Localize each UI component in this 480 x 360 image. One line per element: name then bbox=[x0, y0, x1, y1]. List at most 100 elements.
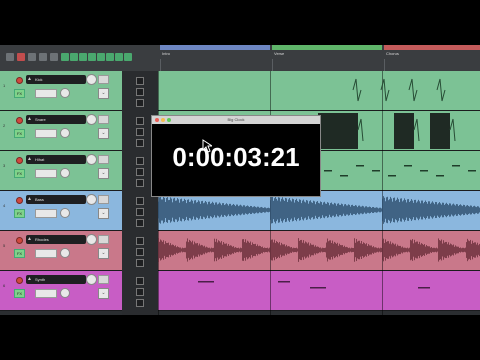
fx-button[interactable]: FX bbox=[14, 289, 25, 298]
track-header[interactable]: 5 ▲ Rhodes FX ⌄ bbox=[0, 231, 122, 271]
track-option-square[interactable] bbox=[136, 259, 144, 267]
io-button[interactable] bbox=[98, 75, 109, 84]
pan-knob[interactable] bbox=[60, 128, 70, 138]
rhodes-waveform bbox=[322, 247, 323, 253]
record-arm-button[interactable] bbox=[16, 197, 23, 204]
track-option-square[interactable] bbox=[136, 168, 144, 176]
toolbar-button[interactable] bbox=[70, 53, 78, 61]
volume-knob[interactable] bbox=[86, 114, 97, 125]
toolbar-button[interactable] bbox=[6, 53, 14, 61]
track-option-square[interactable] bbox=[136, 99, 144, 107]
toolbar-button[interactable] bbox=[39, 53, 47, 61]
toolbar-button[interactable] bbox=[115, 53, 123, 61]
fx-button[interactable]: FX bbox=[14, 209, 25, 218]
pan-knob[interactable] bbox=[60, 168, 70, 178]
track-option-square[interactable] bbox=[136, 77, 144, 85]
io-button[interactable] bbox=[98, 195, 109, 204]
bass-waveform bbox=[215, 202, 216, 218]
record-arm-button[interactable] bbox=[16, 77, 23, 84]
volume-knob[interactable] bbox=[86, 74, 97, 85]
track-option-square[interactable] bbox=[136, 277, 144, 285]
pan-knob[interactable] bbox=[60, 288, 70, 298]
record-arm-button[interactable] bbox=[16, 117, 23, 124]
rhodes-waveform bbox=[334, 241, 335, 259]
io-button[interactable] bbox=[98, 275, 109, 284]
track-header[interactable]: 4 ▲ Bass FX ⌄ bbox=[0, 191, 122, 231]
record-arm-button[interactable] bbox=[16, 237, 23, 244]
track-option-square[interactable] bbox=[136, 248, 144, 256]
track-header[interactable]: 1 ▲ Kick FX ⌄ bbox=[0, 71, 122, 111]
envelope-icon[interactable]: ⌄ bbox=[98, 288, 109, 299]
fx-button[interactable]: FX bbox=[14, 249, 25, 258]
toolbar-button[interactable] bbox=[97, 53, 105, 61]
toolbar-button[interactable] bbox=[124, 53, 132, 61]
pan-knob[interactable] bbox=[60, 248, 70, 258]
pan-knob[interactable] bbox=[60, 88, 70, 98]
pan-knob[interactable] bbox=[60, 208, 70, 218]
bass-waveform bbox=[359, 205, 360, 215]
region-bar-intro[interactable] bbox=[160, 45, 270, 50]
envelope-icon[interactable]: ⌄ bbox=[98, 88, 109, 99]
fx-button[interactable]: FX bbox=[14, 129, 25, 138]
rhodes-waveform bbox=[309, 245, 310, 255]
track-option-square[interactable] bbox=[136, 88, 144, 96]
rhodes-waveform bbox=[392, 242, 393, 258]
big-clock-window[interactable]: Big Clock 0:00:03:21 bbox=[151, 115, 321, 197]
bass-waveform bbox=[191, 199, 192, 221]
region-bar-verse[interactable] bbox=[272, 45, 382, 50]
volume-knob[interactable] bbox=[86, 154, 97, 165]
big-clock-titlebar[interactable]: Big Clock bbox=[152, 116, 320, 124]
record-button[interactable] bbox=[17, 53, 25, 61]
rhodes-waveform bbox=[166, 242, 167, 258]
track-option-square[interactable] bbox=[136, 139, 144, 147]
rhodes-waveform bbox=[477, 242, 478, 258]
fx-button[interactable]: FX bbox=[14, 89, 25, 98]
rhodes-waveform bbox=[267, 247, 268, 253]
track-option-square[interactable] bbox=[136, 237, 144, 245]
envelope-icon[interactable]: ⌄ bbox=[98, 168, 109, 179]
rhodes-waveform bbox=[261, 247, 262, 253]
fx-button[interactable]: FX bbox=[14, 169, 25, 178]
toolbar-button[interactable] bbox=[79, 53, 87, 61]
track-option-square[interactable] bbox=[136, 179, 144, 187]
volume-knob[interactable] bbox=[86, 234, 97, 245]
rhodes-waveform bbox=[416, 241, 417, 259]
volume-knob[interactable] bbox=[86, 194, 97, 205]
meter-button[interactable] bbox=[35, 129, 57, 138]
track-header[interactable]: 3 ▲ Hihat FX ⌄ bbox=[0, 151, 122, 191]
track-option-square[interactable] bbox=[136, 219, 144, 227]
io-button[interactable] bbox=[98, 235, 109, 244]
envelope-icon[interactable]: ⌄ bbox=[98, 248, 109, 259]
io-button[interactable] bbox=[98, 155, 109, 164]
record-arm-button[interactable] bbox=[16, 157, 23, 164]
track-option-square[interactable] bbox=[136, 128, 144, 136]
track-option-square[interactable] bbox=[136, 157, 144, 165]
meter-button[interactable] bbox=[35, 89, 57, 98]
track-option-square[interactable] bbox=[136, 197, 144, 205]
meter-button[interactable] bbox=[35, 209, 57, 218]
toolbar-button[interactable] bbox=[88, 53, 96, 61]
rhodes-waveform bbox=[302, 242, 303, 258]
meter-button[interactable] bbox=[35, 249, 57, 258]
timeline-ruler[interactable]: Intro Verse Chorus bbox=[158, 45, 480, 71]
io-button[interactable] bbox=[98, 115, 109, 124]
track-option-square[interactable] bbox=[136, 117, 144, 125]
bass-waveform bbox=[282, 197, 283, 223]
bass-waveform bbox=[339, 204, 340, 216]
region-bar-chorus[interactable] bbox=[384, 45, 480, 50]
toolbar-button[interactable] bbox=[106, 53, 114, 61]
track-option-square[interactable] bbox=[136, 299, 144, 307]
meter-button[interactable] bbox=[35, 289, 57, 298]
track-header[interactable]: 2 ▲ Snare FX ⌄ bbox=[0, 111, 122, 151]
toolbar-button[interactable] bbox=[28, 53, 36, 61]
meter-button[interactable] bbox=[35, 169, 57, 178]
track-option-square[interactable] bbox=[136, 208, 144, 216]
track-option-square[interactable] bbox=[136, 288, 144, 296]
envelope-icon[interactable]: ⌄ bbox=[98, 208, 109, 219]
toolbar-button[interactable] bbox=[50, 53, 58, 61]
envelope-icon[interactable]: ⌄ bbox=[98, 128, 109, 139]
record-arm-button[interactable] bbox=[16, 277, 23, 284]
track-header[interactable]: 6 ▲ Synth FX ⌄ bbox=[0, 271, 122, 311]
toolbar-button[interactable] bbox=[61, 53, 69, 61]
volume-knob[interactable] bbox=[86, 274, 97, 285]
